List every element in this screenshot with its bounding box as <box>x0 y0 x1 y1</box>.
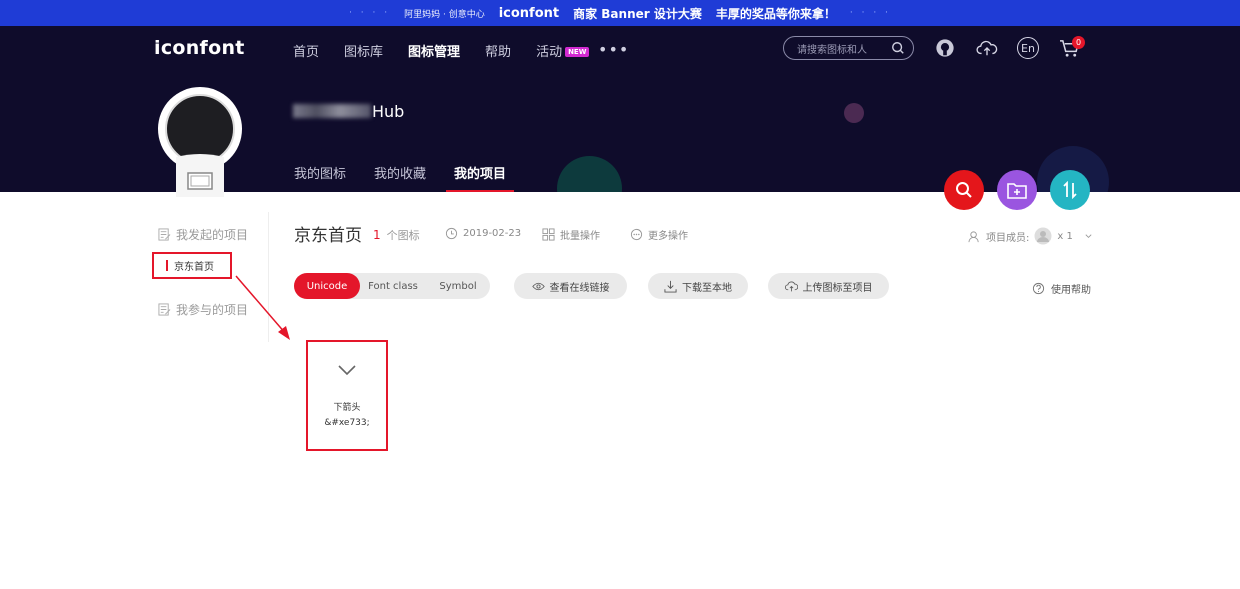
username: Hub <box>293 102 404 121</box>
icon-unicode: &#xe733; <box>324 418 370 428</box>
username-text: Hub <box>372 102 405 121</box>
members-icon <box>968 230 979 242</box>
promo-headline: 商家 Banner 设计大赛 <box>573 6 702 21</box>
nav-icon-library[interactable]: 图标库 <box>344 41 383 60</box>
promo-org: 阿里妈妈 · 创意中心 <box>404 9 485 20</box>
chevron-down-icon <box>338 365 356 376</box>
nav-icon-management[interactable]: 图标管理 <box>408 41 460 60</box>
upload-cloud-icon[interactable] <box>976 37 998 59</box>
more-operations-label: 更多操作 <box>648 231 688 242</box>
tab-my-icons[interactable]: 我的图标 <box>294 163 346 192</box>
more-operations-button[interactable]: 更多操作 <box>630 227 688 242</box>
sidebar-item-initiated[interactable]: 我发起的项目 <box>158 226 248 243</box>
fab-search-button[interactable] <box>944 170 984 210</box>
batch-operation-label: 批量操作 <box>560 231 600 242</box>
search-input[interactable]: 请搜索图标和人 <box>783 36 914 60</box>
grid-icon <box>542 228 555 241</box>
format-unicode-tab[interactable]: Unicode <box>294 273 360 299</box>
project-date: 2019-02-23 <box>445 227 521 240</box>
promo-decoration: · · · · <box>849 8 891 18</box>
edit-list-icon <box>158 303 171 316</box>
view-online-link-button[interactable]: 查看在线链接 <box>514 273 627 299</box>
more-circle-icon <box>630 228 643 241</box>
icon-count: 1 个图标 <box>373 227 420 243</box>
search-placeholder: 请搜索图标和人 <box>797 44 867 56</box>
nav-home[interactable]: 首页 <box>293 41 319 60</box>
help-label: 使用帮助 <box>1051 285 1091 296</box>
upload-icons-label: 上传图标至项目 <box>802 282 873 294</box>
more-menu-icon[interactable]: ••• <box>598 40 629 59</box>
tab-my-projects[interactable]: 我的项目 <box>446 163 515 192</box>
search-icon[interactable] <box>891 41 905 55</box>
avatar[interactable] <box>158 85 242 197</box>
promo-decoration: · · · · <box>349 8 391 18</box>
project-members[interactable]: 项目成员: x 1 <box>968 227 1093 245</box>
members-count: x 1 <box>1057 230 1073 242</box>
decor-circle <box>557 156 622 192</box>
icon-name: 下箭头 <box>333 403 361 413</box>
upload-cloud-icon <box>784 281 798 291</box>
project-date-text: 2019-02-23 <box>463 228 522 239</box>
view-online-link-label: 查看在线链接 <box>549 282 610 294</box>
project-title: 京东首页 <box>294 226 362 246</box>
sidebar-project-label: 京东首页 <box>174 262 214 273</box>
tab-my-favorites[interactable]: 我的收藏 <box>374 163 426 192</box>
nav-events[interactable]: 活动 NEW <box>536 41 590 60</box>
format-symbol-tab[interactable]: Symbol <box>426 273 490 299</box>
logo[interactable]: iconfont <box>154 37 245 59</box>
icon-count-unit: 个图标 <box>386 229 420 242</box>
batch-operation-button[interactable]: 批量操作 <box>542 227 600 242</box>
icon-count-number: 1 <box>373 228 381 242</box>
cart-count-badge: 0 <box>1072 36 1085 49</box>
language-switch[interactable]: En <box>1017 37 1039 59</box>
folder-add-icon <box>1007 183 1027 199</box>
main-nav: 首页 图标库 图标管理 帮助 活动 NEW <box>293 41 590 60</box>
nav-events-label: 活动 <box>536 45 563 60</box>
new-badge: NEW <box>565 47 590 57</box>
upload-icons-button[interactable]: 上传图标至项目 <box>768 273 889 299</box>
icon-card[interactable]: 下箭头 &#xe733; <box>306 340 388 451</box>
edit-list-icon <box>158 228 171 241</box>
profile-tabs: 我的图标 我的收藏 我的项目 <box>294 163 515 192</box>
promo-brand: iconfont <box>498 5 560 21</box>
sort-icon <box>1063 181 1077 199</box>
fab-sort-button[interactable] <box>1050 170 1090 210</box>
eye-icon <box>531 282 545 290</box>
sidebar-project-item[interactable]: 京东首页 <box>152 252 232 279</box>
search-icon <box>956 182 972 198</box>
format-switch: Unicode Font class Symbol <box>294 273 490 299</box>
nav-help[interactable]: 帮助 <box>485 41 511 60</box>
clock-icon <box>445 227 458 240</box>
redacted-name <box>293 104 371 118</box>
help-link[interactable]: 使用帮助 <box>1032 281 1091 296</box>
format-fontclass-tab[interactable]: Font class <box>360 273 426 299</box>
decor-circle <box>844 103 864 123</box>
download-label: 下载至本地 <box>682 282 732 294</box>
promo-banner[interactable]: · · · · 阿里妈妈 · 创意中心 iconfont 商家 Banner 设… <box>0 0 1240 26</box>
members-label: 项目成员: <box>986 232 1030 244</box>
sidebar-item-label: 我发起的项目 <box>176 228 249 242</box>
question-icon <box>1032 282 1045 295</box>
download-button[interactable]: 下载至本地 <box>648 273 748 299</box>
fab-add-folder-button[interactable] <box>997 170 1037 210</box>
github-icon[interactable] <box>934 37 956 59</box>
chevron-down-icon <box>1085 233 1092 238</box>
member-avatar <box>1034 227 1052 245</box>
promo-tagline: 丰厚的奖品等你来拿！ <box>715 6 836 21</box>
annotation-arrow <box>235 275 290 340</box>
download-icon <box>664 280 677 293</box>
